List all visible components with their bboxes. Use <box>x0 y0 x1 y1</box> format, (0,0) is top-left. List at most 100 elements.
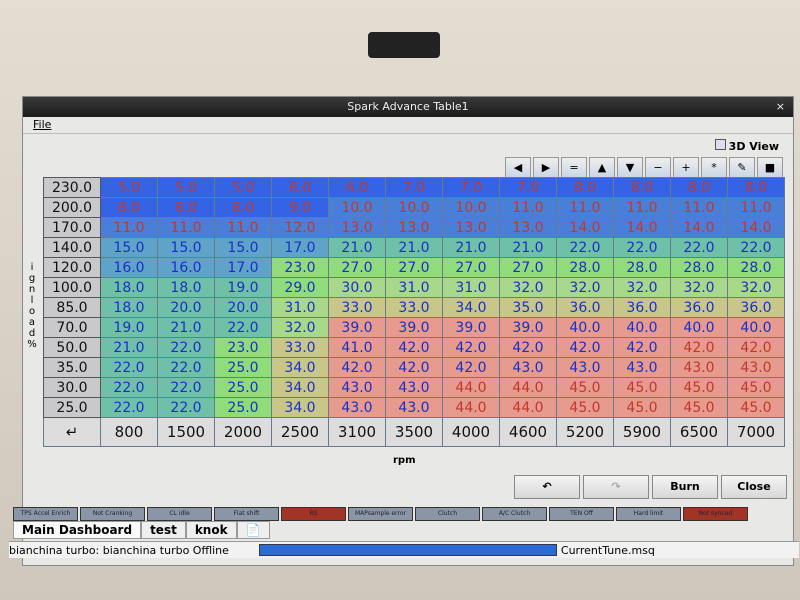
load-label[interactable]: 35.0 <box>43 357 101 378</box>
table-cell[interactable]: 14.0 <box>670 217 728 238</box>
redo-button[interactable]: ↷ <box>583 475 649 499</box>
tab-3[interactable]: 📄 <box>236 521 270 539</box>
table-cell[interactable]: 42.0 <box>727 337 785 358</box>
table-cell[interactable]: 40.0 <box>727 317 785 338</box>
table-cell[interactable]: 21.0 <box>100 337 158 358</box>
table-cell[interactable]: 22.0 <box>157 357 215 378</box>
load-label[interactable]: 70.0 <box>43 317 101 338</box>
table-cell[interactable]: 45.0 <box>670 377 728 398</box>
table-cell[interactable]: 43.0 <box>385 377 443 398</box>
table-cell[interactable]: 42.0 <box>385 337 443 358</box>
table-cell[interactable]: 7.0 <box>385 177 443 198</box>
table-cell[interactable]: 44.0 <box>499 377 557 398</box>
table-cell[interactable]: 40.0 <box>670 317 728 338</box>
table-cell[interactable]: 28.0 <box>613 257 671 278</box>
table-cell[interactable]: 22.0 <box>157 337 215 358</box>
table-cell[interactable]: 14.0 <box>727 217 785 238</box>
corner-icon[interactable]: ↵ <box>43 417 101 447</box>
table-cell[interactable]: 27.0 <box>328 257 386 278</box>
table-cell[interactable]: 13.0 <box>385 217 443 238</box>
table-cell[interactable]: 42.0 <box>328 357 386 378</box>
table-cell[interactable]: 11.0 <box>727 197 785 218</box>
table-cell[interactable]: 8.0 <box>670 177 728 198</box>
table-cell[interactable]: 39.0 <box>442 317 500 338</box>
table-cell[interactable]: 44.0 <box>442 397 500 418</box>
table-cell[interactable]: 43.0 <box>328 397 386 418</box>
table-cell[interactable]: 42.0 <box>499 337 557 358</box>
table-cell[interactable]: 36.0 <box>670 297 728 318</box>
rpm-label[interactable]: 4600 <box>499 417 557 447</box>
table-cell[interactable]: 20.0 <box>214 297 272 318</box>
plus-button[interactable]: + <box>673 157 699 179</box>
table-cell[interactable]: 8.0 <box>100 197 158 218</box>
tab-1[interactable]: test <box>141 521 186 539</box>
table-cell[interactable]: 13.0 <box>499 217 557 238</box>
table-cell[interactable]: 25.0 <box>214 377 272 398</box>
table-cell[interactable]: 22.0 <box>157 377 215 398</box>
rpm-label[interactable]: 3500 <box>385 417 443 447</box>
load-label[interactable]: 200.0 <box>43 197 101 218</box>
table-cell[interactable]: 21.0 <box>442 237 500 258</box>
table-cell[interactable]: 22.0 <box>100 357 158 378</box>
table-cell[interactable]: 16.0 <box>157 257 215 278</box>
rpm-label[interactable]: 2000 <box>214 417 272 447</box>
table-cell[interactable]: 18.0 <box>157 277 215 298</box>
table-cell[interactable]: 20.0 <box>157 297 215 318</box>
load-label[interactable]: 85.0 <box>43 297 101 318</box>
load-label[interactable]: 100.0 <box>43 277 101 298</box>
table-cell[interactable]: 10.0 <box>442 197 500 218</box>
table-cell[interactable]: 22.0 <box>613 237 671 258</box>
table-cell[interactable]: 28.0 <box>670 257 728 278</box>
close-icon[interactable]: × <box>776 97 785 117</box>
increment-button[interactable]: ▲ <box>589 157 615 179</box>
table-cell[interactable]: 15.0 <box>100 237 158 258</box>
table-cell[interactable]: 8.0 <box>556 177 614 198</box>
table-cell[interactable]: 34.0 <box>442 297 500 318</box>
decrement-button[interactable]: ▼ <box>617 157 643 179</box>
table-cell[interactable]: 42.0 <box>670 337 728 358</box>
table-cell[interactable]: 42.0 <box>556 337 614 358</box>
table-cell[interactable]: 22.0 <box>157 397 215 418</box>
table-cell[interactable]: 25.0 <box>214 397 272 418</box>
table-cell[interactable]: 22.0 <box>100 377 158 398</box>
table-cell[interactable]: 36.0 <box>556 297 614 318</box>
table-cell[interactable]: 32.0 <box>670 277 728 298</box>
table-cell[interactable]: 32.0 <box>556 277 614 298</box>
table-cell[interactable]: 42.0 <box>613 337 671 358</box>
table-cell[interactable]: 34.0 <box>271 377 329 398</box>
table-cell[interactable]: 22.0 <box>214 317 272 338</box>
table-cell[interactable]: 28.0 <box>556 257 614 278</box>
table-cell[interactable]: 17.0 <box>271 237 329 258</box>
table-cell[interactable]: 43.0 <box>385 397 443 418</box>
table-cell[interactable]: 42.0 <box>442 337 500 358</box>
table-cell[interactable]: 36.0 <box>727 297 785 318</box>
table-cell[interactable]: 28.0 <box>727 257 785 278</box>
multiply-button[interactable]: * <box>701 157 727 179</box>
table-cell[interactable]: 32.0 <box>271 317 329 338</box>
table-cell[interactable]: 42.0 <box>385 357 443 378</box>
rpm-label[interactable]: 7000 <box>727 417 785 447</box>
rpm-label[interactable]: 3100 <box>328 417 386 447</box>
table-cell[interactable]: 23.0 <box>214 337 272 358</box>
table-cell[interactable]: 32.0 <box>499 277 557 298</box>
menu-file[interactable]: File <box>33 118 51 131</box>
table-cell[interactable]: 18.0 <box>100 277 158 298</box>
table-cell[interactable]: 23.0 <box>271 257 329 278</box>
table-cell[interactable]: 30.0 <box>328 277 386 298</box>
table-cell[interactable]: 45.0 <box>613 397 671 418</box>
3d-view-checkbox[interactable]: 3D View <box>714 139 779 153</box>
table-cell[interactable]: 10.0 <box>385 197 443 218</box>
load-label[interactable]: 30.0 <box>43 377 101 398</box>
table-cell[interactable]: 45.0 <box>727 377 785 398</box>
pencil-icon[interactable]: ✎ <box>729 157 755 179</box>
rpm-label[interactable]: 2500 <box>271 417 329 447</box>
table-cell[interactable]: 43.0 <box>556 357 614 378</box>
table-cell[interactable]: 45.0 <box>670 397 728 418</box>
table-cell[interactable]: 31.0 <box>271 297 329 318</box>
table-cell[interactable]: 40.0 <box>613 317 671 338</box>
equals-button[interactable]: = <box>561 157 587 179</box>
table-cell[interactable]: 29.0 <box>271 277 329 298</box>
table-cell[interactable]: 39.0 <box>385 317 443 338</box>
table-cell[interactable]: 22.0 <box>670 237 728 258</box>
tab-2[interactable]: knok <box>185 521 237 539</box>
